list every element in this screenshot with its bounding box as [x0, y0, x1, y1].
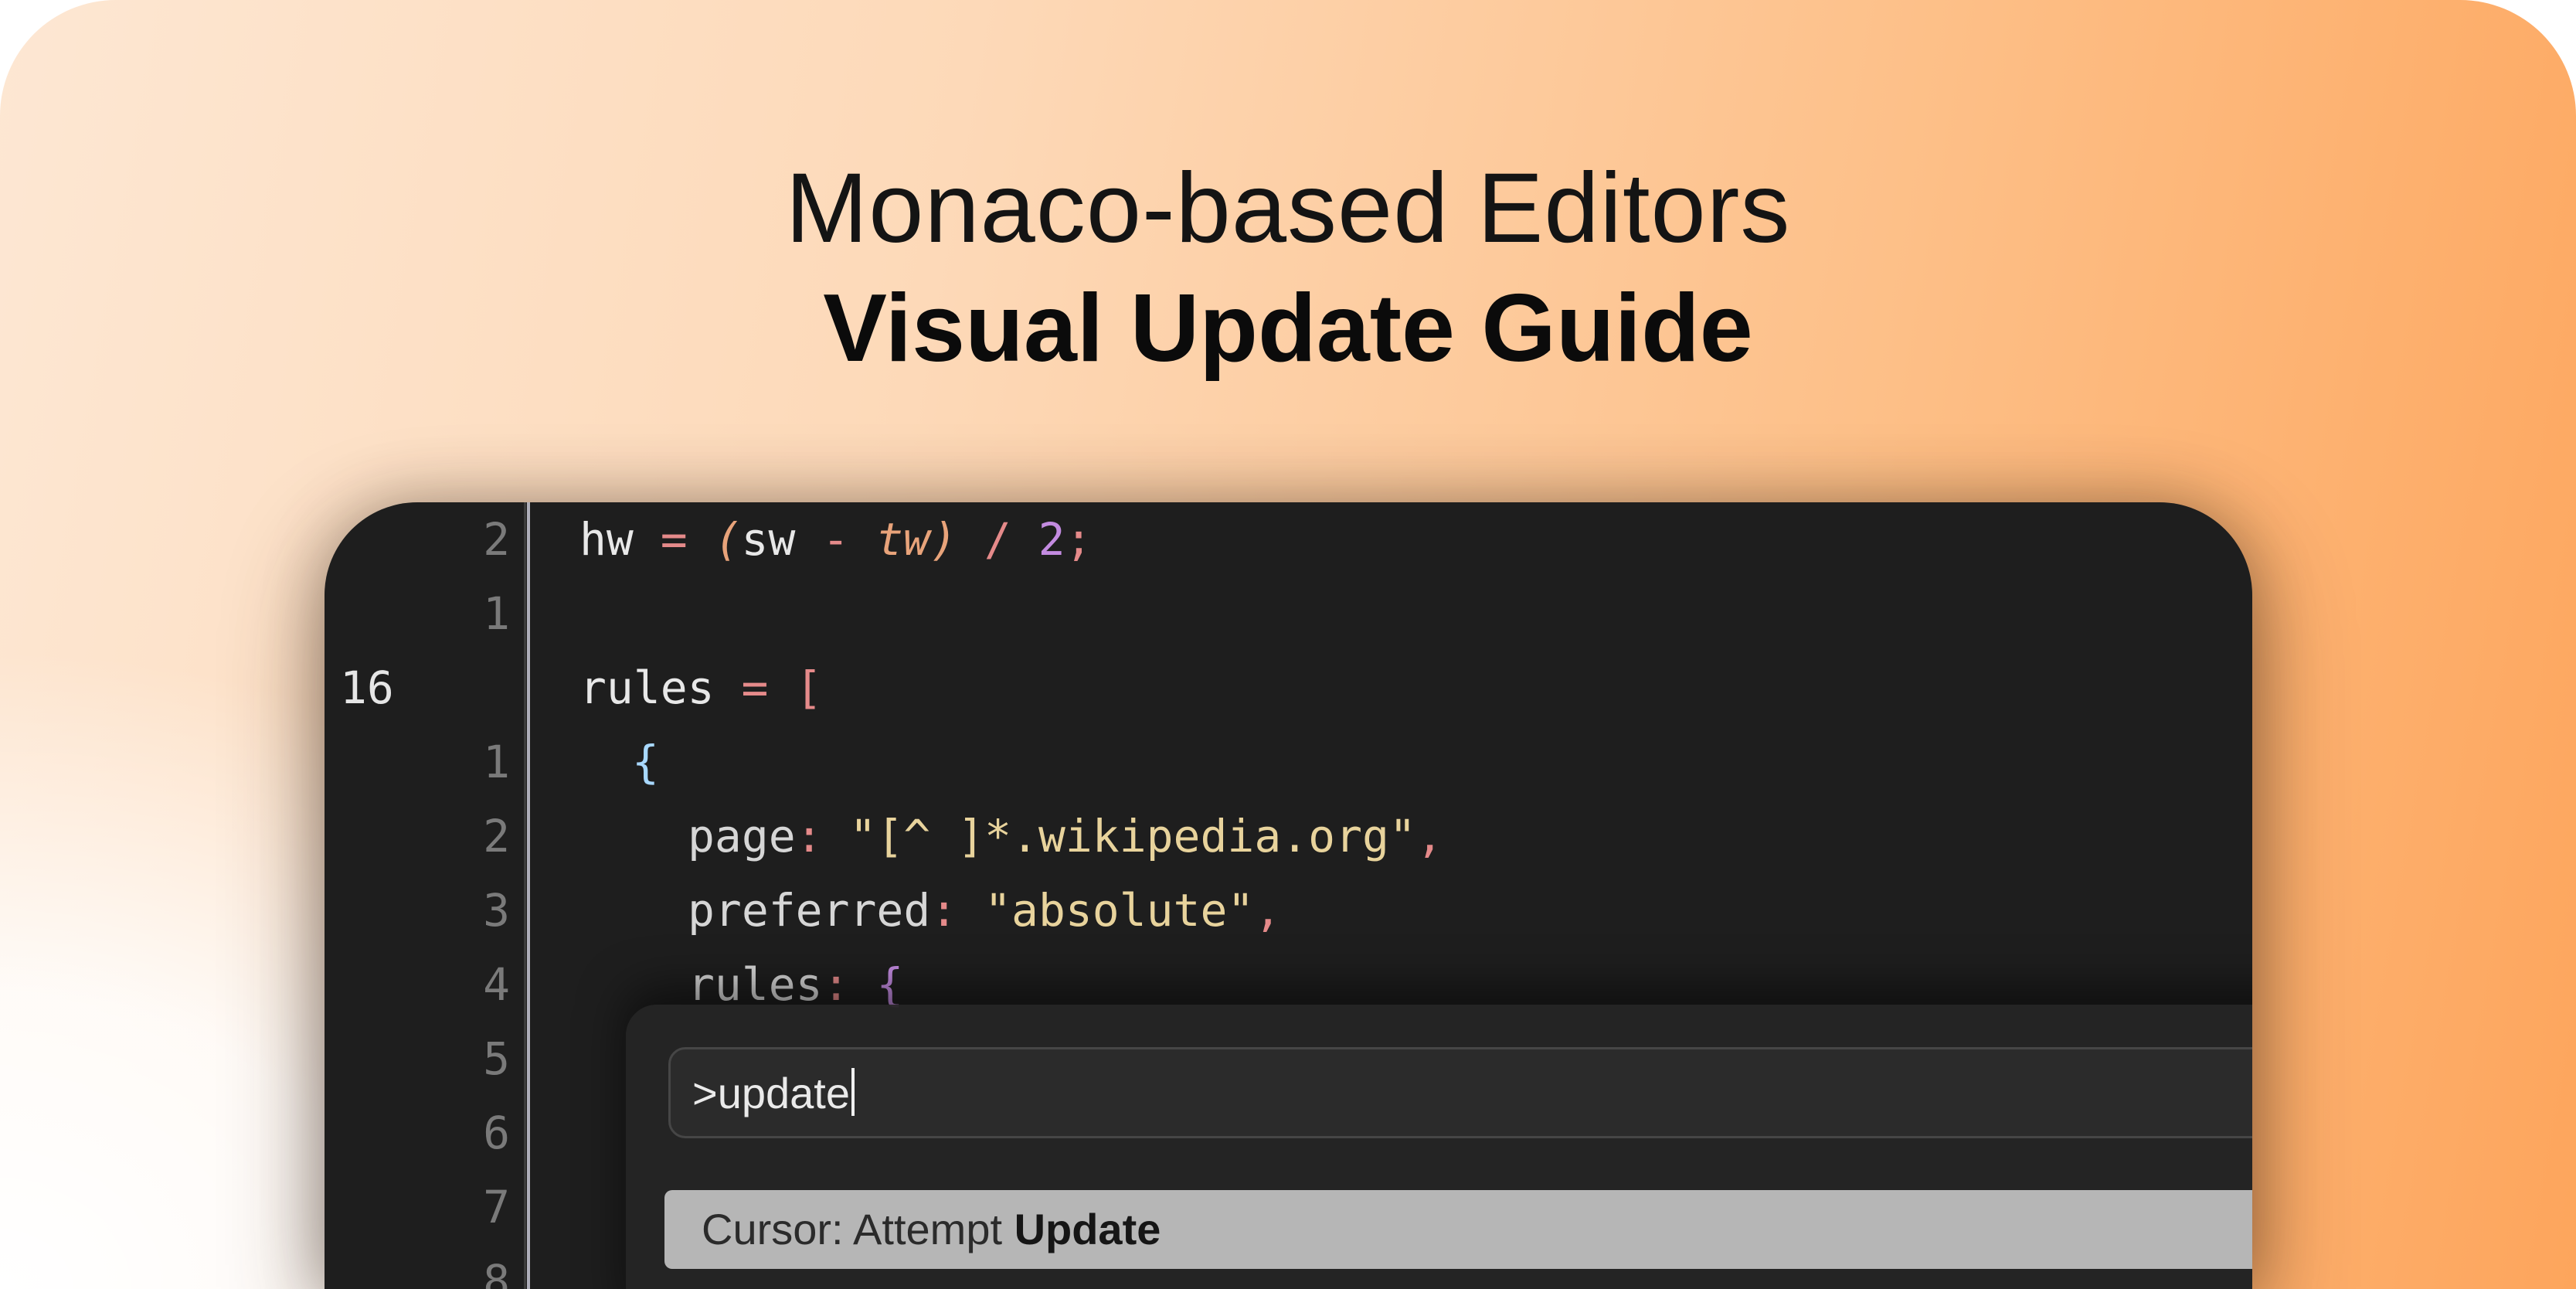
- brace: {: [876, 958, 904, 1011]
- hero-card: Monaco-based Editors Visual Update Guide…: [0, 0, 2576, 1289]
- comma: ,: [1254, 884, 1282, 937]
- command-palette[interactable]: >update Cursor: Attempt Update: [626, 1005, 2252, 1289]
- page-subtitle: Visual Update Guide: [823, 275, 1753, 382]
- line-number: 1: [483, 587, 510, 640]
- semicolon: ;: [1065, 513, 1093, 566]
- command-input-value: >update: [692, 1069, 850, 1117]
- operator: =: [633, 513, 715, 566]
- code-line[interactable]: hw = (sw - tw) / 2;: [579, 502, 1093, 576]
- identifier: rules: [579, 662, 715, 714]
- string-value: "[^ ]*.wikipedia.org": [849, 810, 1416, 862]
- line-number: 8: [483, 1255, 510, 1289]
- command-palette-input[interactable]: >update: [668, 1047, 2252, 1138]
- command-item-label: Cursor: Attempt Update: [702, 1202, 1161, 1257]
- command-item-selected[interactable]: Cursor: Attempt Update: [664, 1190, 2252, 1269]
- line-number: 2: [483, 513, 510, 566]
- line-number: 3: [483, 884, 510, 937]
- text-caret: [851, 1068, 855, 1116]
- gutter-divider: [524, 502, 526, 1289]
- code-editor[interactable]: 2 1 16 1 2 3 4 5 6 7 8 hw = (sw - tw) / …: [325, 502, 2252, 1289]
- command-input-text[interactable]: >update: [692, 1066, 855, 1121]
- page-title: Monaco-based Editors: [785, 153, 1791, 264]
- line-number: 5: [483, 1032, 510, 1085]
- colon: :: [795, 810, 850, 862]
- current-line-number: 16: [340, 662, 394, 714]
- code-line[interactable]: preferred: "absolute",: [688, 873, 1281, 947]
- command-item-prefix: Cursor: Attempt: [702, 1205, 1014, 1253]
- code-line[interactable]: page: "[^ ]*.wikipedia.org",: [688, 799, 1443, 873]
- code-line[interactable]: rules = [: [579, 651, 822, 725]
- line-number: 6: [483, 1107, 510, 1159]
- operator: -: [795, 513, 877, 566]
- identifier: sw: [741, 513, 796, 566]
- paren: ): [929, 513, 957, 566]
- line-number: 1: [483, 736, 510, 788]
- identifier: tw: [876, 513, 930, 566]
- string-value: "absolute": [984, 884, 1255, 937]
- operator: =: [714, 662, 796, 714]
- bracket: [: [795, 662, 823, 714]
- operator: /: [957, 513, 1038, 566]
- line-number: 2: [483, 810, 510, 862]
- property-key: page: [688, 810, 796, 862]
- code-line[interactable]: {: [632, 725, 659, 799]
- colon: :: [930, 884, 985, 937]
- line-number: 4: [483, 958, 510, 1011]
- comma: ,: [1415, 810, 1443, 862]
- line-number-gutter: 2 1 16 1 2 3 4 5 6 7 8: [325, 502, 525, 1289]
- line-number: 7: [483, 1181, 510, 1233]
- paren: (: [714, 513, 742, 566]
- command-item-match: Update: [1014, 1205, 1161, 1253]
- brace: {: [632, 736, 659, 788]
- colon: :: [822, 958, 877, 1011]
- identifier: hw: [579, 513, 634, 566]
- text-cursor-column: [527, 502, 530, 1289]
- property-key: rules: [688, 958, 823, 1011]
- number: 2: [1038, 513, 1065, 566]
- property-key: preferred: [688, 884, 931, 937]
